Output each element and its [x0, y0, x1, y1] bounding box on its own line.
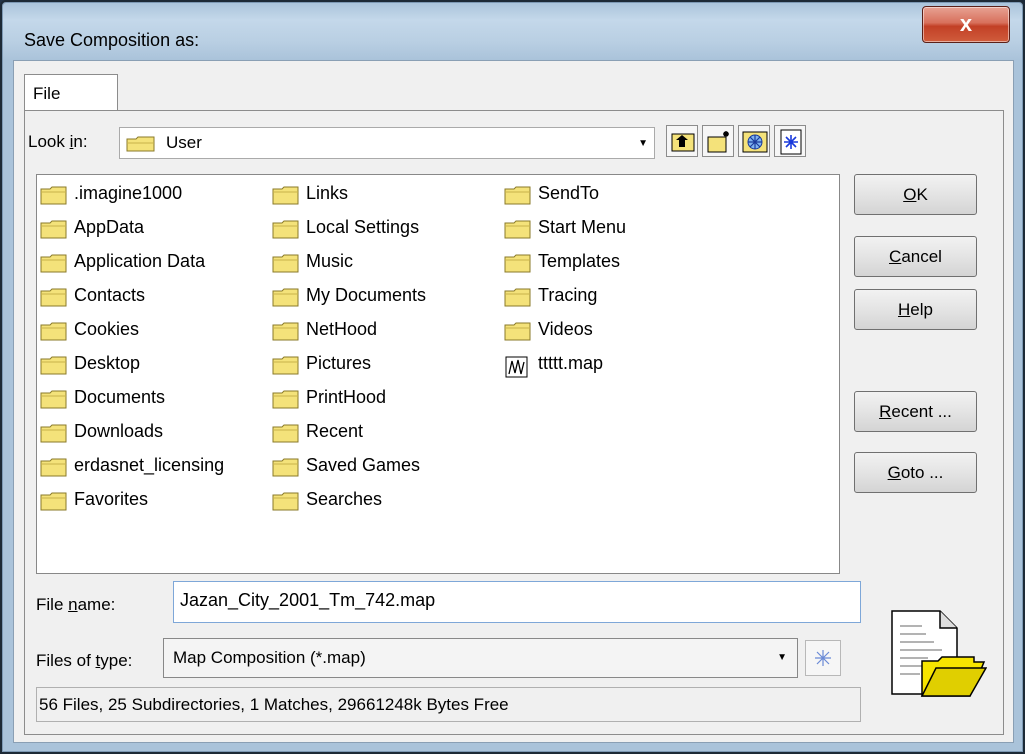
- folder-icon: [272, 390, 299, 409]
- folder-icon: [40, 220, 67, 239]
- folder-icon: [40, 356, 67, 375]
- item-label: Videos: [538, 319, 593, 339]
- folder-icon: [40, 458, 67, 477]
- asterisk-icon: [815, 650, 831, 666]
- item-label: Cookies: [74, 319, 140, 339]
- up-folder-icon: [671, 133, 695, 152]
- status-bar: 56 Files, 25 Subdirectories, 1 Matches, …: [36, 687, 861, 722]
- item-label: erdasnet_licensing: [74, 455, 225, 475]
- file-list[interactable]: .imagine1000 AppData Application Data Conta…: [36, 174, 840, 574]
- item-label: Local Settings: [306, 217, 420, 237]
- refresh-icon: [780, 129, 802, 155]
- folder-icon: [272, 186, 299, 205]
- item-label: Desktop: [74, 353, 141, 373]
- item-label: Downloads: [74, 421, 164, 441]
- folder-icon: [272, 356, 299, 375]
- help-button[interactable]: Help: [854, 289, 977, 330]
- chevron-down-icon[interactable]: ▼: [777, 652, 787, 663]
- item-label: Contacts: [74, 285, 146, 305]
- item-label: .imagine1000: [74, 183, 183, 203]
- folder-icon: [272, 424, 299, 443]
- browse-icon: [742, 131, 768, 153]
- refresh-button[interactable]: [774, 125, 806, 157]
- item-label: Start Menu: [538, 217, 627, 237]
- item-label: Documents: [74, 387, 166, 407]
- item-label: Pictures: [306, 353, 372, 373]
- cancel-button[interactable]: Cancel: [854, 236, 977, 277]
- item-label: My Documents: [306, 285, 427, 305]
- item-label: Music: [306, 251, 354, 271]
- dialog-client: File Look in: User ▼ .imagine1000 AppDat…: [13, 60, 1014, 743]
- item-label: Templates: [538, 251, 621, 271]
- filter-button[interactable]: [805, 640, 841, 676]
- folder-icon: [504, 288, 531, 307]
- folder-icon: [272, 254, 299, 273]
- item-label: Saved Games: [306, 455, 421, 475]
- folder-icon: [272, 492, 299, 511]
- chevron-down-icon[interactable]: ▼: [638, 138, 648, 149]
- file-name-label: File name:: [36, 595, 116, 614]
- folder-icon: [272, 288, 299, 307]
- map-file-icon: [504, 356, 531, 378]
- files-of-type-label: Files of type:: [36, 651, 133, 670]
- files-of-type-select[interactable]: Map Composition (*.map) ▼: [163, 638, 798, 678]
- tab-file[interactable]: File: [24, 74, 118, 111]
- ok-button[interactable]: OK: [854, 174, 977, 215]
- item-label: NetHood: [306, 319, 378, 339]
- look-in-combo[interactable]: User ▼: [119, 127, 655, 159]
- folder-icon: [40, 322, 67, 341]
- new-folder-icon: [707, 131, 729, 153]
- file-name-input[interactable]: Jazan_City_2001_Tm_742.map: [173, 581, 861, 623]
- item-label: Links: [306, 183, 349, 203]
- goto-button[interactable]: Goto ...: [854, 452, 977, 493]
- look-in-value: User: [166, 133, 202, 152]
- folder-icon: [504, 254, 531, 273]
- folder-icon: [272, 458, 299, 477]
- user-folder-icon: [126, 136, 155, 152]
- item-label: AppData: [74, 217, 145, 237]
- folder-icon: [40, 288, 67, 307]
- folder-icon: [272, 220, 299, 239]
- folder-icon: [40, 186, 67, 205]
- folder-icon: [40, 254, 67, 273]
- folder-icon: [40, 492, 67, 511]
- folder-icon: [40, 424, 67, 443]
- files-of-type-value: Map Composition (*.map): [173, 648, 366, 667]
- item-label: Recent: [306, 421, 364, 441]
- new-folder-button[interactable]: [702, 125, 734, 157]
- item-label: Favorites: [74, 489, 149, 509]
- document-folder-icon: [891, 610, 987, 697]
- save-dialog: Save Composition as: x File Look in: Use…: [0, 0, 1025, 754]
- folder-icon: [272, 322, 299, 341]
- item-label: Tracing: [538, 285, 598, 305]
- close-button[interactable]: x: [922, 6, 1010, 43]
- item-label: Searches: [306, 489, 383, 509]
- folder-icon: [40, 390, 67, 409]
- folder-icon: [504, 322, 531, 341]
- item-label: Application Data: [74, 251, 206, 271]
- tab-row: File: [14, 61, 1013, 111]
- title-bar[interactable]: Save Composition as: x: [2, 2, 1023, 60]
- up-folder-button[interactable]: [666, 125, 698, 157]
- dialog-title: Save Composition as:: [24, 30, 200, 50]
- item-label: ttttt.map: [538, 353, 604, 373]
- folder-icon: [504, 220, 531, 239]
- item-label: SendTo: [538, 183, 600, 203]
- recent-button[interactable]: Recent ...: [854, 391, 977, 432]
- look-in-label: Look in:: [28, 132, 88, 151]
- folder-icon: [504, 186, 531, 205]
- browse-button[interactable]: [738, 125, 770, 157]
- item-label: PrintHood: [306, 387, 387, 407]
